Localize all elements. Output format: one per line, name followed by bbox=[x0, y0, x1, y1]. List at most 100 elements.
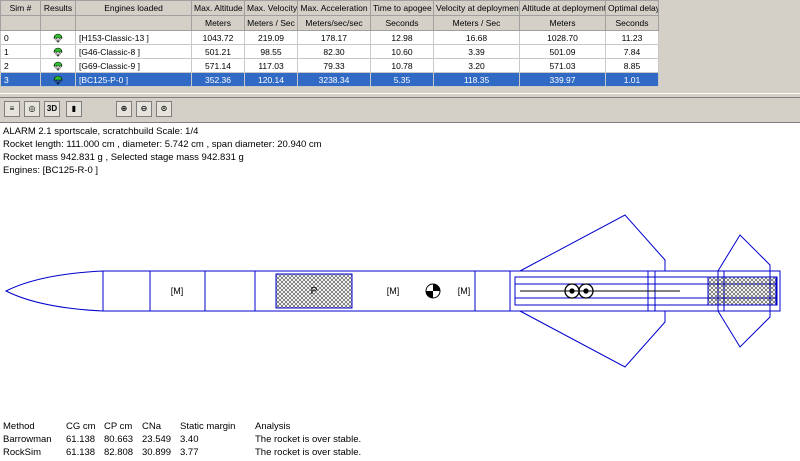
cell-engine: [BC125-P-0 ] bbox=[75, 72, 192, 87]
analysis-cell: The rocket is over stable. bbox=[255, 447, 362, 458]
cell-apogee: 12.98 bbox=[370, 30, 434, 45]
column-header[interactable]: Sim # bbox=[0, 0, 41, 16]
table-row[interactable]: 2 [G69-Classic-9 ] 571.14 117.03 79.33 10.78 3… bbox=[0, 58, 659, 73]
simulation-results-panel: Sim # Results Engines loaded Max. Altitude M… bbox=[0, 0, 800, 93]
parachute-result-icon bbox=[40, 58, 76, 73]
cell-vel: 117.03 bbox=[244, 58, 298, 73]
column-header[interactable]: Optimal delay bbox=[605, 0, 659, 16]
target-view-icon[interactable]: ◎ bbox=[24, 101, 40, 117]
analysis-cell: 82.808 bbox=[104, 447, 134, 458]
cell-sim: 3 bbox=[0, 72, 41, 87]
column-header[interactable]: Max. Acceleration bbox=[297, 0, 371, 16]
cell-alt: 571.14 bbox=[191, 58, 245, 73]
rocket-dimensions: Rocket length: 111.000 cm , diameter: 5.… bbox=[3, 139, 322, 150]
analysis-header: Analysis bbox=[255, 421, 291, 432]
cell-apogee: 10.78 bbox=[370, 58, 434, 73]
analysis-cell: 61.138 bbox=[66, 434, 96, 445]
mass-label: [M] bbox=[171, 286, 184, 296]
column-units bbox=[40, 15, 76, 31]
cell-delay: 1.01 bbox=[605, 72, 659, 87]
rear-fin-top bbox=[717, 234, 771, 272]
rocket-mass: Rocket mass 942.831 g , Selected stage m… bbox=[3, 152, 244, 163]
analysis-header: CNa bbox=[142, 421, 162, 432]
parachute-result-icon bbox=[40, 72, 76, 87]
cell-adep: 501.09 bbox=[519, 44, 606, 59]
analysis-cell: 3.77 bbox=[180, 447, 199, 458]
cell-sim: 2 bbox=[0, 58, 41, 73]
column-units: Meters bbox=[519, 15, 606, 31]
nose-cone bbox=[4, 270, 104, 312]
cell-vdep: 3.20 bbox=[433, 58, 520, 73]
column-units: Seconds bbox=[605, 15, 659, 31]
cell-acc: 79.33 bbox=[297, 58, 371, 73]
column-header[interactable]: Velocity at deployment bbox=[433, 0, 520, 16]
cell-vdep: 16.68 bbox=[433, 30, 520, 45]
cell-delay: 8.85 bbox=[605, 58, 659, 73]
analysis-header: CP cm bbox=[104, 421, 133, 432]
parachute-result-icon bbox=[40, 44, 76, 59]
column-header[interactable]: Altitude at deployment bbox=[519, 0, 606, 16]
cell-engine: [G69-Classic-9 ] bbox=[75, 58, 192, 73]
table-header-row: Sim # Results Engines loaded Max. Altitude M… bbox=[0, 0, 659, 16]
table-row[interactable]: 1 [G46-Classic-8 ] 501.21 98.55 82.30 10.60 3.… bbox=[0, 44, 659, 59]
column-header[interactable]: Max. Altitude bbox=[191, 0, 245, 16]
cell-delay: 11.23 bbox=[605, 30, 659, 45]
analysis-cell: 30.899 bbox=[142, 447, 172, 458]
cell-apogee: 5.35 bbox=[370, 72, 434, 87]
main-fin-top bbox=[519, 214, 666, 272]
table-units-row: Meters Meters / Sec Meters/sec/sec Seconds M… bbox=[0, 15, 659, 31]
column-units: Meters / Sec bbox=[244, 15, 298, 31]
analysis-cell: The rocket is over stable. bbox=[255, 434, 362, 445]
zoom-out-icon[interactable]: ⊖ bbox=[136, 101, 152, 117]
cell-engine: [G46-Classic-8 ] bbox=[75, 44, 192, 59]
cell-alt: 1043.72 bbox=[191, 30, 245, 45]
rocket-diagram: P [M] [M] [M] bbox=[4, 214, 781, 368]
column-units bbox=[0, 15, 41, 31]
cg-view-icon[interactable]: ≡ bbox=[4, 101, 20, 117]
rocket-view-icon[interactable]: ▮ bbox=[66, 101, 82, 117]
simulation-results-table: Sim # Results Engines loaded Max. Altitude M… bbox=[0, 0, 659, 87]
column-header[interactable]: Results bbox=[40, 0, 76, 16]
column-header[interactable]: Engines loaded bbox=[75, 0, 192, 16]
column-header[interactable]: Time to apogee bbox=[370, 0, 434, 16]
analysis-cell: Barrowman bbox=[3, 434, 52, 445]
cell-apogee: 10.60 bbox=[370, 44, 434, 59]
rocket-title: ALARM 2.1 sportscale, scratchbuild Scale… bbox=[3, 126, 199, 137]
cell-adep: 571.03 bbox=[519, 58, 606, 73]
analysis-header: Method bbox=[3, 421, 35, 432]
cell-engine: [H153-Classic-13 ] bbox=[75, 30, 192, 45]
cell-vel: 98.55 bbox=[244, 44, 298, 59]
parachute-label: P bbox=[311, 286, 318, 297]
zoom-in-icon[interactable]: ⊕ bbox=[116, 101, 132, 117]
cg-marker-icon bbox=[425, 283, 441, 299]
table-row[interactable]: 3 [BC125-P-0 ] 352.36 120.14 3238.34 5.35 118.… bbox=[0, 72, 659, 87]
cell-acc: 3238.34 bbox=[297, 72, 371, 87]
cell-vdep: 118.35 bbox=[433, 72, 520, 87]
analysis-cell: 80.663 bbox=[104, 434, 134, 445]
cell-sim: 1 bbox=[0, 44, 41, 59]
analysis-cell: 23.549 bbox=[142, 434, 172, 445]
column-units: Meters / Sec bbox=[433, 15, 520, 31]
column-units: Meters/sec/sec bbox=[297, 15, 371, 31]
analysis-cell: RockSim bbox=[3, 447, 42, 458]
cell-vel: 120.14 bbox=[244, 72, 298, 87]
table-row[interactable]: 0 [H153-Classic-13 ] 1043.72 219.09 178.17 12… bbox=[0, 30, 659, 45]
cell-sim: 0 bbox=[0, 30, 41, 45]
cell-delay: 7.84 bbox=[605, 44, 659, 59]
3d-view-button[interactable]: 3D bbox=[44, 101, 60, 117]
cell-adep: 339.97 bbox=[519, 72, 606, 87]
cell-acc: 178.17 bbox=[297, 30, 371, 45]
cell-alt: 352.36 bbox=[191, 72, 245, 87]
rocket-engines: Engines: [BC125-R-0 ] bbox=[3, 165, 99, 176]
view-toolbar: ≡ ◎ 3D ▮ ⊕ ⊖ ⊙ bbox=[0, 98, 800, 123]
analysis-header: Static margin bbox=[180, 421, 236, 432]
rear-fin-bottom bbox=[717, 310, 771, 348]
engine-casing bbox=[707, 276, 777, 306]
analysis-cell: 3.40 bbox=[180, 434, 199, 445]
mass-label: [M] bbox=[387, 286, 400, 296]
zoom-fit-icon[interactable]: ⊙ bbox=[156, 101, 172, 117]
column-header[interactable]: Max. Velocity bbox=[244, 0, 298, 16]
parachute-result-icon bbox=[40, 30, 76, 45]
cell-vel: 219.09 bbox=[244, 30, 298, 45]
mass-label: [M] bbox=[458, 286, 471, 296]
